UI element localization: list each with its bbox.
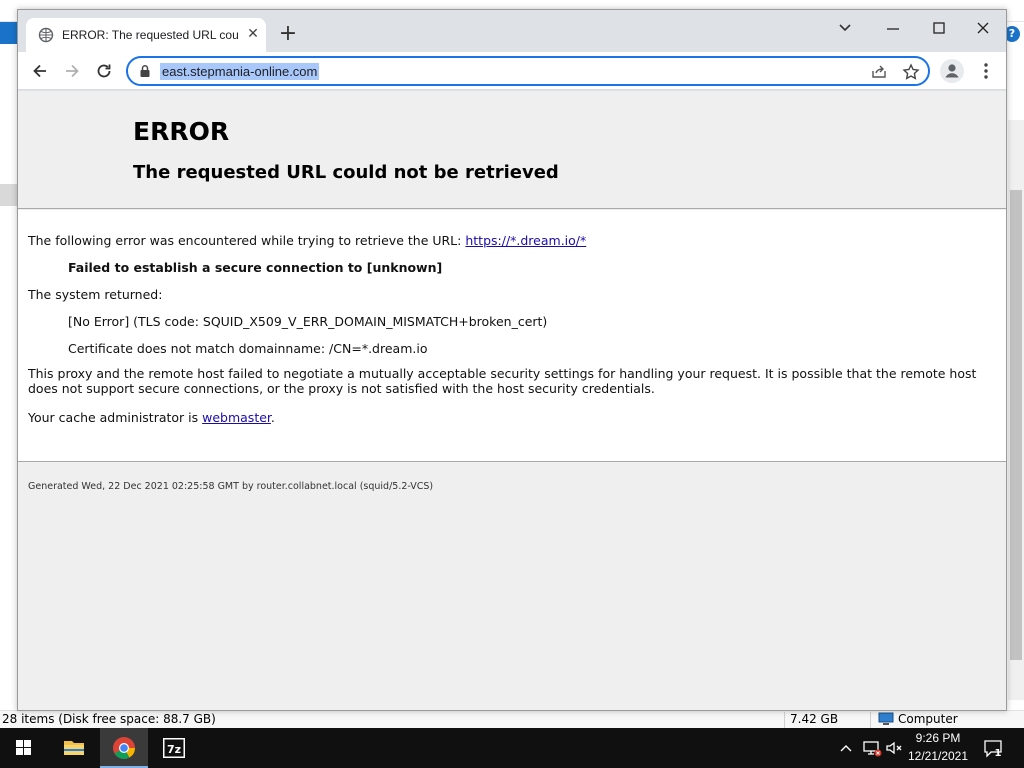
intro-text: The following error was encountered whil… <box>28 233 466 248</box>
notification-count-badge: 1 <box>994 748 1002 759</box>
certificate-message: Certificate does not match domainname: /… <box>68 341 428 356</box>
tls-error-code: [No Error] (TLS code: SQUID_X509_V_ERR_D… <box>68 314 548 329</box>
status-item-count: 28 items (Disk free space: 88.7 GB) <box>2 712 216 726</box>
minimize-icon <box>887 28 899 30</box>
forward-button[interactable] <box>59 58 85 84</box>
status-selected-size: 7.42 GB <box>790 712 839 726</box>
explorer-status-bar: 28 items (Disk free space: 88.7 GB) 7.42… <box>0 710 1024 728</box>
status-separator <box>870 712 871 728</box>
profile-avatar-button[interactable] <box>940 59 964 83</box>
chevron-down-icon <box>839 24 851 32</box>
reload-button[interactable] <box>91 58 117 84</box>
close-window-button[interactable] <box>968 16 998 40</box>
arrow-left-icon <box>33 64 46 78</box>
maximize-icon <box>933 22 945 34</box>
tab-search-button[interactable] <box>830 16 860 40</box>
close-icon <box>977 22 989 34</box>
tab-strip: ERROR: The requested URL could not be re… <box>18 10 1006 52</box>
arrow-right-icon <box>66 64 79 78</box>
url-text[interactable]: east.stepmania-online.com <box>160 63 320 80</box>
taskbar: 7z 9:26 PM 12/21/2021 1 <box>0 728 1024 768</box>
new-tab-button[interactable]: + <box>276 23 300 47</box>
globe-icon <box>38 27 54 43</box>
browser-toolbar: east.stepmania-online.com <box>18 52 1006 90</box>
chrome-icon[interactable] <box>100 728 148 768</box>
requested-url-link[interactable]: https://*.dream.io/* <box>465 233 586 248</box>
share-icon[interactable] <box>870 63 888 81</box>
explanation-paragraph: This proxy and the remote host failed to… <box>28 366 977 396</box>
network-icon[interactable] <box>862 738 882 758</box>
file-explorer-icon[interactable] <box>50 728 98 768</box>
status-location: Computer <box>898 712 958 726</box>
person-icon <box>945 64 959 78</box>
explorer-nav-selection <box>0 184 18 206</box>
explorer-download-arrow-icon[interactable] <box>0 22 18 44</box>
minimize-button[interactable] <box>878 16 908 40</box>
page-title: ERROR <box>133 117 230 146</box>
address-bar[interactable]: east.stepmania-online.com <box>126 56 930 86</box>
error-body: The following error was encountered whil… <box>18 210 1006 462</box>
chevron-up-icon[interactable] <box>838 738 854 758</box>
generated-footer: Generated Wed, 22 Dec 2021 02:25:58 GMT … <box>28 481 434 492</box>
tab-close-button[interactable]: ✕ <box>244 25 262 43</box>
admin-line: Your cache administrator is webmaster. <box>28 410 275 425</box>
more-vertical-icon <box>984 63 988 79</box>
page-content: ERROR The requested URL could not be ret… <box>18 91 1006 710</box>
back-button[interactable] <box>27 58 53 84</box>
webmaster-link[interactable]: webmaster <box>202 410 271 425</box>
clock-time[interactable]: 9:26 PM <box>902 731 974 745</box>
tab-title: ERROR: The requested URL could not be re… <box>62 28 238 42</box>
bookmark-star-icon[interactable] <box>902 63 920 81</box>
failure-message: Failed to establish a secure connection … <box>68 260 443 275</box>
maximize-button[interactable] <box>924 16 954 40</box>
intro-line: The following error was encountered whil… <box>28 233 586 248</box>
tab-active[interactable]: ERROR: The requested URL could not be re… <box>26 18 266 52</box>
page-subtitle: The requested URL could not be retrieved <box>133 162 559 183</box>
explorer-scrollbar-thumb[interactable] <box>1010 190 1022 660</box>
svg-text:7z: 7z <box>167 743 181 756</box>
admin-prefix: Your cache administrator is <box>28 410 203 425</box>
error-header: ERROR The requested URL could not be ret… <box>18 91 1006 209</box>
clock-date[interactable]: 12/21/2021 <box>902 749 974 763</box>
reload-icon <box>97 64 111 78</box>
volume-muted-icon[interactable] <box>884 738 904 758</box>
system-returned-label: The system returned: <box>28 287 163 302</box>
browser-menu-button[interactable] <box>974 59 998 83</box>
7zip-icon[interactable]: 7z <box>150 728 198 768</box>
computer-icon <box>878 712 894 729</box>
chrome-window: ERROR: The requested URL could not be re… <box>17 9 1007 711</box>
admin-suffix: . <box>270 410 275 425</box>
status-separator <box>784 712 785 728</box>
lock-icon[interactable] <box>138 64 152 78</box>
windows-start-icon[interactable] <box>0 728 48 768</box>
